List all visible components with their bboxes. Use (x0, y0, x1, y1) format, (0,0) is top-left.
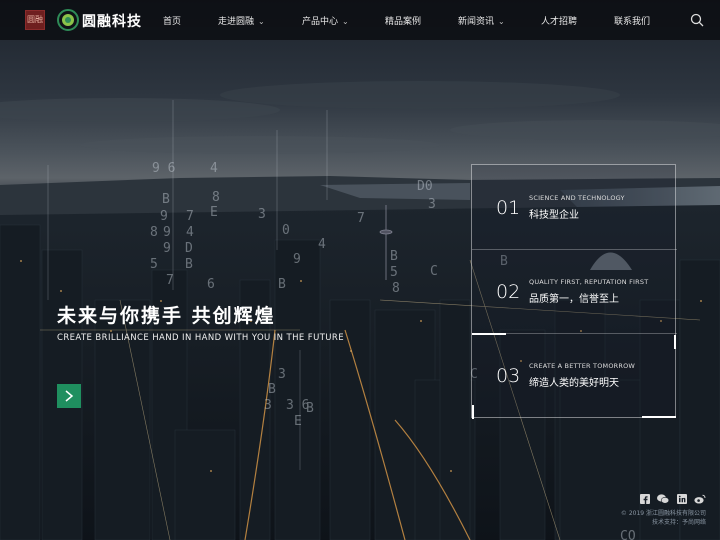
feature-zh-label: 缔造人类的美好明天 (529, 378, 619, 389)
svg-text:E: E (210, 205, 218, 220)
svg-text:4: 4 (210, 161, 218, 176)
top-navbar: 圆融 圆融科技 首页 走进圆融 ⌄ 产品中心 ⌄ 精品案例 新闻资讯 ⌄ 人才招聘 联… (0, 0, 720, 40)
seal-text: 圆融 (27, 15, 43, 24)
feature-number: 03 (496, 365, 521, 387)
nav-label: 人才招聘 (541, 17, 578, 27)
nav-label: 首页 (163, 17, 182, 27)
hero-more-button[interactable] (57, 384, 81, 408)
svg-text:B: B (162, 192, 170, 207)
feature-item[interactable]: 02 QUALITY FIRST, REPUTATION FIRST 品质第一，… (472, 249, 677, 333)
svg-text:8: 8 (150, 225, 158, 240)
svg-text:9: 9 (163, 241, 171, 256)
nav-label: 精品案例 (385, 17, 422, 27)
svg-text:7: 7 (357, 211, 365, 226)
feature-zh-label: 品质第一，信誉至上 (529, 294, 619, 305)
svg-text:7: 7 (186, 209, 194, 224)
nav-contact[interactable]: 联系我们 (614, 14, 650, 27)
svg-text:B: B (306, 401, 314, 416)
svg-text:8: 8 (392, 281, 400, 296)
svg-text:3: 3 (278, 367, 286, 382)
feature-panel: 01 SCIENCE AND TECHNOLOGY 科技型企业 02 QUALI… (471, 164, 677, 419)
nav-news[interactable]: 新闻资讯 ⌄ (458, 14, 505, 27)
hero-subtitle: CREATE BRILLIANCE HAND IN HAND WITH YOU … (57, 333, 344, 343)
arrow-right-icon (65, 390, 74, 402)
brand-name[interactable]: 圆融科技 (82, 11, 142, 31)
tech-support-link[interactable]: 技术支持：予尚网络 (652, 517, 706, 526)
svg-text:B: B (390, 249, 398, 264)
svg-text:B: B (185, 257, 193, 272)
chevron-down-icon: ⌄ (342, 17, 349, 26)
svg-text:0: 0 (282, 223, 290, 238)
svg-text:3: 3 (428, 197, 436, 212)
svg-text:4: 4 (318, 237, 326, 252)
feature-number: 02 (496, 281, 521, 303)
svg-text:D: D (185, 241, 193, 256)
linkedin-icon[interactable] (677, 494, 687, 504)
svg-text:7: 7 (166, 273, 174, 288)
brand-seal-logo[interactable]: 圆融 (25, 10, 45, 30)
brand-logo-icon[interactable] (57, 9, 79, 31)
feature-en-label: SCIENCE AND TECHNOLOGY (529, 194, 625, 202)
copyright-text: © 2019 浙江圆融科技有限公司 (620, 510, 706, 517)
active-corner-left (472, 405, 474, 419)
svg-text:6: 6 (207, 277, 215, 292)
weibo-icon[interactable] (694, 494, 706, 504)
search-icon[interactable] (690, 13, 704, 27)
svg-text:4: 4 (186, 225, 194, 240)
nav-home[interactable]: 首页 (163, 14, 181, 27)
svg-text:3: 3 (258, 207, 266, 222)
active-corner-bottom (642, 416, 676, 418)
feature-zh-label: 科技型企业 (529, 210, 579, 221)
wechat-icon[interactable] (657, 494, 669, 504)
svg-text:D0: D0 (417, 179, 433, 194)
svg-text:B: B (268, 382, 276, 397)
nav-cases[interactable]: 精品案例 (385, 14, 421, 27)
nav-products[interactable]: 产品中心 ⌄ (302, 14, 349, 27)
svg-text:9: 9 (160, 209, 168, 224)
svg-text:B: B (278, 277, 286, 292)
svg-text:3: 3 (264, 398, 272, 413)
chevron-down-icon: ⌄ (258, 17, 265, 26)
feature-item[interactable]: 01 SCIENCE AND TECHNOLOGY 科技型企业 (472, 165, 677, 249)
nav-label: 新闻资讯 (458, 17, 495, 27)
nav-about[interactable]: 走进圆融 ⌄ (218, 14, 265, 27)
nav-label: 联系我们 (614, 17, 651, 27)
feature-en-label: QUALITY FIRST, REPUTATION FIRST (529, 278, 649, 286)
svg-text:9 6: 9 6 (152, 161, 175, 176)
svg-text:E: E (294, 414, 302, 429)
feature-number: 01 (496, 197, 521, 219)
svg-text:5: 5 (150, 257, 158, 272)
feature-en-label: CREATE A BETTER TOMORROW (529, 362, 636, 370)
active-corner-top (472, 333, 506, 335)
nav-careers[interactable]: 人才招聘 (541, 14, 577, 27)
svg-text:5: 5 (390, 265, 398, 280)
hero-title: 未来与你携手 共创辉煌 (57, 305, 276, 327)
svg-text:8: 8 (212, 190, 220, 205)
svg-text:9: 9 (163, 225, 171, 240)
active-corner-right (674, 335, 676, 349)
facebook-icon[interactable] (640, 494, 650, 504)
svg-text:C: C (430, 264, 438, 279)
chevron-down-icon: ⌄ (498, 17, 505, 26)
feature-item-active[interactable]: 03 CREATE A BETTER TOMORROW 缔造人类的美好明天 (472, 333, 677, 417)
nav-label: 产品中心 (302, 17, 339, 27)
svg-text:CO: CO (620, 529, 636, 540)
nav-label: 走进圆融 (218, 17, 255, 27)
svg-text:9: 9 (293, 252, 301, 267)
